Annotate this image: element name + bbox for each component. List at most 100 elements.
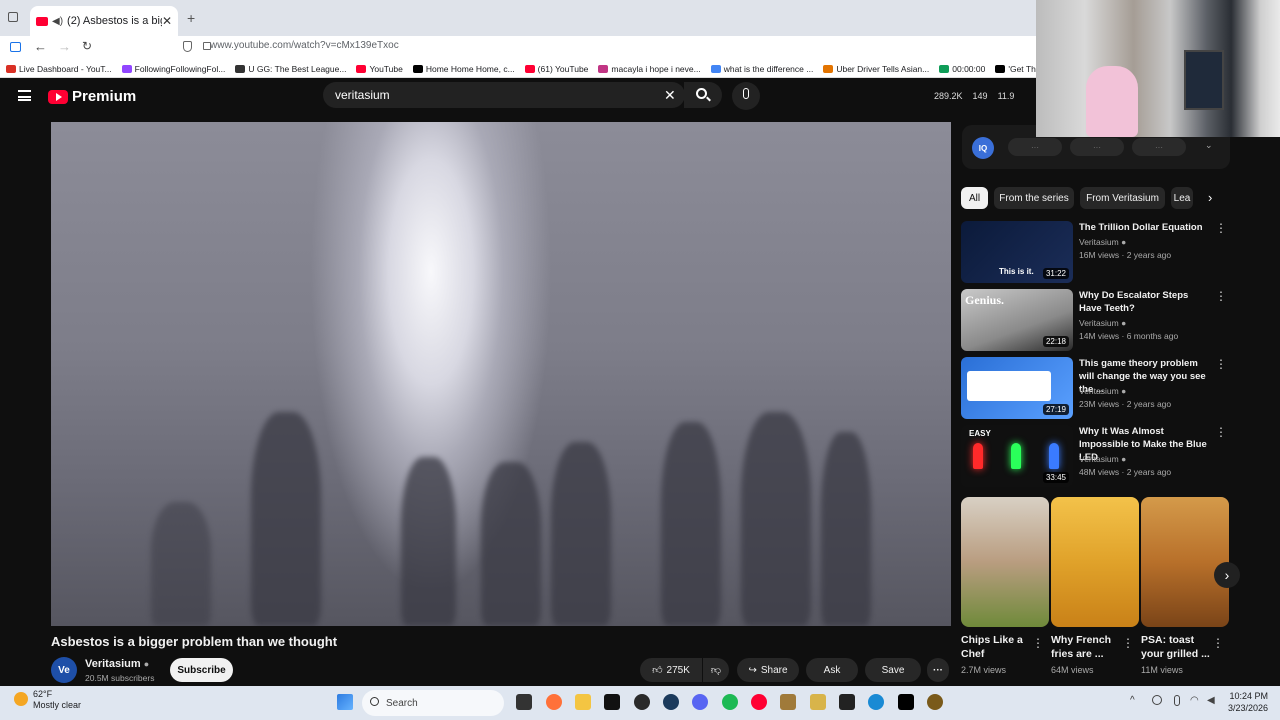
- new-tab-icon[interactable]: +: [187, 10, 195, 26]
- bookmark-item[interactable]: macayla i hope i neve...: [598, 64, 701, 74]
- recommendation-channel[interactable]: Veritasium ●: [1079, 454, 1126, 464]
- chips-next-icon[interactable]: ›: [1208, 190, 1212, 205]
- short-title[interactable]: PSA: toast your grilled ...: [1141, 633, 1219, 661]
- chip-learn[interactable]: Lea: [1171, 187, 1193, 209]
- channel-name[interactable]: Veritasium ●: [85, 658, 149, 670]
- discord-icon[interactable]: [692, 694, 708, 710]
- youtube-app-icon[interactable]: [751, 694, 767, 710]
- bookmark-item[interactable]: Home Home Home, c...: [412, 64, 515, 74]
- bookmark-item[interactable]: what is the difference ...: [710, 64, 813, 74]
- spotify-icon[interactable]: [722, 694, 738, 710]
- recommendation-title[interactable]: The Trillion Dollar Equation: [1079, 221, 1211, 234]
- recommendation-channel[interactable]: Veritasium ●: [1079, 237, 1126, 247]
- recommendation-channel[interactable]: Veritasium ●: [1079, 386, 1126, 396]
- app-w-icon[interactable]: [927, 694, 943, 710]
- browser-tab-active[interactable]: ◀) (2) Asbestos is a bigger pro ✕: [30, 6, 178, 36]
- tab-menu-icon[interactable]: [8, 12, 18, 22]
- ask-button[interactable]: Ask: [806, 658, 858, 682]
- chevron-down-icon[interactable]: ⌄: [1205, 140, 1213, 151]
- url-field[interactable]: www.youtube.com/watch?v=cMx139eTxoc: [210, 40, 399, 51]
- search-button[interactable]: [684, 82, 722, 108]
- hamburger-menu-icon[interactable]: [18, 90, 31, 101]
- video-thumbnail[interactable]: This is it. 31:22: [961, 221, 1073, 283]
- more-vertical-icon[interactable]: ⋮: [1215, 357, 1227, 371]
- bookmark-item[interactable]: YouTube: [356, 64, 403, 74]
- capcut-icon[interactable]: [604, 694, 620, 710]
- system-clock[interactable]: 10:24 PM 3/23/2026: [1228, 690, 1268, 714]
- recommendation-title[interactable]: Why Do Escalator Steps Have Teeth?: [1079, 289, 1211, 315]
- chip-from-veritasium[interactable]: From Veritasium: [1080, 187, 1165, 209]
- microphone-tray-icon[interactable]: [1174, 695, 1180, 706]
- file-explorer-icon[interactable]: [575, 694, 591, 710]
- short-title[interactable]: Chips Like a Chef: [961, 633, 1039, 661]
- weather-icon[interactable]: [14, 692, 28, 706]
- network-icon[interactable]: [1152, 695, 1162, 705]
- chip-from-series[interactable]: From the series: [994, 187, 1074, 209]
- tray-chevron-icon[interactable]: ^: [1130, 695, 1135, 706]
- more-vertical-icon[interactable]: ⋮: [1215, 289, 1227, 303]
- save-button[interactable]: Save: [865, 658, 921, 682]
- more-vertical-icon[interactable]: ⋮: [1215, 425, 1227, 439]
- reload-icon[interactable]: ↻: [82, 39, 92, 53]
- short-thumbnail[interactable]: [1051, 497, 1139, 627]
- recommendation-channel[interactable]: Veritasium ●: [1079, 318, 1126, 328]
- recommendation-item[interactable]: EASY 33:45 Why It Was Almost Impossible …: [961, 425, 1231, 487]
- capcut-alt-icon[interactable]: [898, 694, 914, 710]
- bookmark-item[interactable]: (61) YouTube: [524, 64, 588, 74]
- start-button[interactable]: [337, 694, 353, 710]
- shorts-next-button[interactable]: ›: [1214, 562, 1240, 588]
- share-button[interactable]: ↪ Share: [737, 658, 799, 682]
- bookmark-item[interactable]: U GG: The Best League...: [235, 64, 346, 74]
- bookmark-item[interactable]: Uber Driver Tells Asian...: [823, 64, 929, 74]
- forward-icon[interactable]: →: [58, 39, 71, 54]
- video-thumbnail[interactable]: 27:19: [961, 357, 1073, 419]
- recommendation-item[interactable]: This is it. 31:22 The Trillion Dollar Eq…: [961, 221, 1231, 283]
- extension-pill[interactable]: ···: [1132, 138, 1186, 156]
- search-input[interactable]: veritasium: [323, 82, 685, 108]
- video-thumbnail[interactable]: EASY 33:45: [961, 425, 1073, 487]
- youtube-premium-logo[interactable]: Premium: [48, 88, 136, 105]
- chrome-icon[interactable]: [634, 694, 650, 710]
- bookmark-item[interactable]: 00:00:00: [939, 64, 985, 74]
- taskbar-search[interactable]: Search: [362, 690, 504, 716]
- like-button[interactable]: 👍︎ 275K: [640, 658, 702, 682]
- wifi-icon[interactable]: ◠: [1190, 695, 1199, 706]
- more-vertical-icon[interactable]: ⋮: [1215, 221, 1227, 235]
- league-icon[interactable]: [780, 694, 796, 710]
- task-view-icon[interactable]: [516, 694, 532, 710]
- firefox-icon[interactable]: [546, 694, 562, 710]
- video-player[interactable]: [51, 122, 951, 626]
- close-tab-icon[interactable]: ✕: [162, 14, 172, 28]
- voice-search-button[interactable]: [732, 82, 760, 110]
- weather-widget[interactable]: 62°F Mostly clear: [33, 689, 81, 711]
- short-thumbnail[interactable]: [961, 497, 1049, 627]
- extension-pill[interactable]: ···: [1070, 138, 1124, 156]
- steam-icon[interactable]: [663, 694, 679, 710]
- dislike-button[interactable]: 👎︎: [703, 658, 729, 682]
- video-thumbnail[interactable]: Genius. 22:18: [961, 289, 1073, 351]
- app-icon[interactable]: [810, 694, 826, 710]
- subscribe-button[interactable]: Subscribe: [170, 658, 233, 682]
- notion-icon[interactable]: [839, 694, 855, 710]
- extension-iq-icon[interactable]: IQ: [972, 137, 994, 159]
- speaker-icon[interactable]: ◀): [52, 16, 63, 27]
- more-vertical-icon[interactable]: ⋮: [1122, 636, 1134, 650]
- more-vertical-icon[interactable]: ⋮: [1212, 636, 1224, 650]
- sidebar-toggle-icon[interactable]: [10, 42, 21, 52]
- back-icon[interactable]: ←: [34, 39, 47, 54]
- extension-pill[interactable]: ···: [1008, 138, 1062, 156]
- shield-icon[interactable]: [183, 41, 192, 52]
- short-title[interactable]: Why French fries are ...: [1051, 633, 1129, 661]
- channel-avatar[interactable]: Ve: [51, 657, 77, 683]
- short-thumbnail[interactable]: [1141, 497, 1229, 627]
- bookmark-item[interactable]: Live Dashboard - YouT...: [6, 64, 112, 74]
- volume-icon[interactable]: ◀: [1207, 695, 1215, 706]
- more-actions-button[interactable]: ···: [927, 658, 949, 682]
- recommendation-item[interactable]: Genius. 22:18 Why Do Escalator Steps Hav…: [961, 289, 1231, 351]
- recommendation-item[interactable]: 27:19 This game theory problem will chan…: [961, 357, 1231, 419]
- more-vertical-icon[interactable]: ⋮: [1032, 636, 1044, 650]
- bookmark-item[interactable]: FollowingFollowingFol...: [121, 64, 225, 74]
- clear-search-icon[interactable]: ✕: [664, 87, 676, 104]
- edge-icon[interactable]: [868, 694, 884, 710]
- chip-all[interactable]: All: [961, 187, 988, 209]
